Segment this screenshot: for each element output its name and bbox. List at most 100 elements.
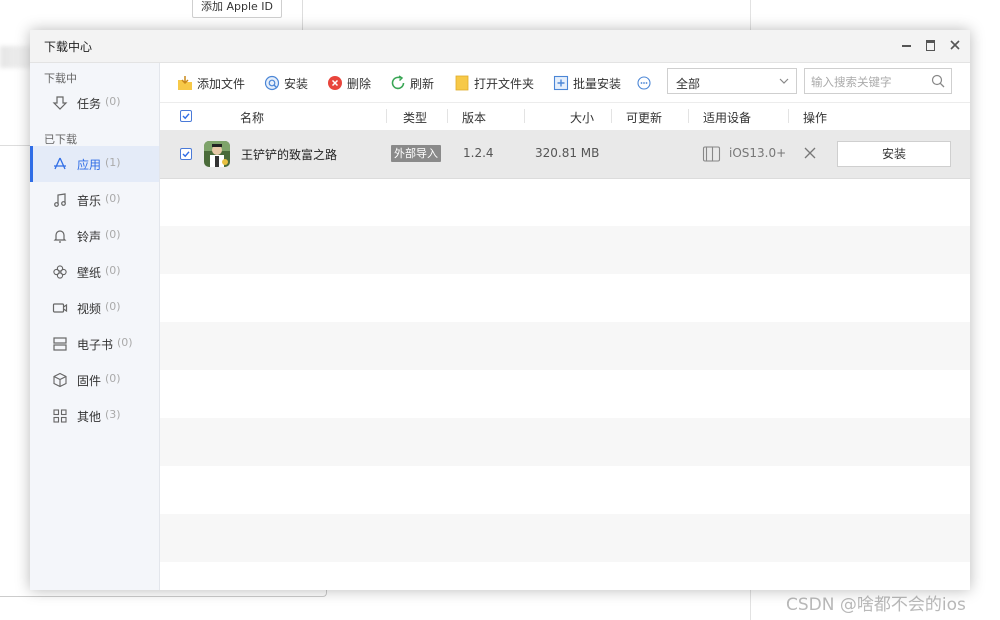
sidebar-item-count: (0) xyxy=(105,192,121,205)
table-header: 名称 类型 版本 大小 可更新 适用设备 操作 xyxy=(160,102,970,131)
close-button[interactable] xyxy=(946,36,964,54)
flower-icon xyxy=(53,265,67,279)
empty-row xyxy=(160,226,970,274)
empty-row xyxy=(160,370,970,418)
batch-install-label: 批量安装 xyxy=(573,76,622,91)
empty-row xyxy=(160,178,970,226)
title-bar: 下载中心 xyxy=(30,30,970,63)
install-icon xyxy=(264,75,280,91)
open-folder-label: 打开文件夹 xyxy=(474,76,535,91)
batch-install-icon xyxy=(553,75,569,91)
column-header-name: 名称 xyxy=(240,111,265,125)
search-icon[interactable] xyxy=(931,74,945,88)
search-input[interactable] xyxy=(809,72,929,92)
watermark: CSDN @啥都不会的ios xyxy=(786,595,966,615)
sidebar-item-ringtones[interactable]: 铃声 (0) xyxy=(30,218,159,254)
section-label-downloading: 下载中 xyxy=(44,72,77,85)
row-checkbox[interactable] xyxy=(180,148,192,160)
column-divider xyxy=(788,109,789,123)
checkmark-icon xyxy=(182,113,190,120)
sidebar-item-count: (0) xyxy=(105,372,121,385)
table-body: 王铲铲的致富之路 外部导入 1.2.4 320.81 MB iOS13.0+ 安… xyxy=(160,130,970,590)
filter-select[interactable]: 全部 xyxy=(667,68,797,94)
column-header-type: 类型 xyxy=(403,111,428,125)
sidebar-item-label: 视频 xyxy=(77,302,102,316)
refresh-label: 刷新 xyxy=(410,76,435,91)
minimize-icon xyxy=(902,45,911,47)
folder-icon xyxy=(455,75,469,91)
toolbar: 添加文件 安装 删除 刷新 打开文件夹 批量安装 全部 输入搜索关键字 xyxy=(160,63,970,101)
column-header-device: 适用设备 xyxy=(703,111,752,125)
sidebar-item-label: 任务 xyxy=(77,97,102,111)
column-divider xyxy=(447,109,448,123)
sidebar-item-label: 音乐 xyxy=(77,194,102,208)
sidebar-item-count: (0) xyxy=(105,300,121,313)
sidebar-item-label: 壁纸 xyxy=(77,266,102,280)
sidebar-item-other[interactable]: 其他 (3) xyxy=(30,398,159,434)
empty-row xyxy=(160,418,970,466)
column-divider xyxy=(524,109,525,123)
app-store-icon xyxy=(54,157,66,170)
music-note-icon xyxy=(54,193,66,207)
sidebar-item-count: (0) xyxy=(105,228,121,241)
sidebar-item-ebooks[interactable]: 电子书 (0) xyxy=(30,326,159,362)
empty-row xyxy=(160,514,970,562)
sidebar-item-music[interactable]: 音乐 (0) xyxy=(30,182,159,218)
delete-icon xyxy=(328,76,342,90)
select-all-checkbox[interactable] xyxy=(180,110,192,122)
download-icon xyxy=(52,96,68,110)
add-file-icon xyxy=(178,76,192,90)
remove-row-icon[interactable] xyxy=(802,145,818,161)
column-header-updatable: 可更新 xyxy=(626,111,663,125)
add-file-button[interactable]: 添加文件 xyxy=(177,73,245,93)
search-box xyxy=(804,68,952,94)
column-header-action: 操作 xyxy=(803,111,828,125)
batch-install-button[interactable]: 批量安装 xyxy=(553,73,621,93)
app-icon xyxy=(204,141,230,167)
install-label: 安装 xyxy=(284,76,309,91)
install-button[interactable]: 安装 xyxy=(264,73,308,93)
video-camera-icon xyxy=(52,303,68,313)
section-label-downloaded: 已下载 xyxy=(44,133,77,146)
sidebar-item-count: (0) xyxy=(117,336,133,349)
filter-select-value: 全部 xyxy=(676,77,701,91)
grid-icon xyxy=(53,409,67,423)
sidebar-item-videos[interactable]: 视频 (0) xyxy=(30,290,159,326)
column-divider xyxy=(386,109,387,123)
book-icon xyxy=(53,337,67,351)
empty-row xyxy=(160,466,970,514)
app-size: 320.81 MB xyxy=(535,146,600,160)
refresh-icon xyxy=(391,75,405,90)
sidebar: 下载中 任务 (0) 已下载 应用 (1) 音乐 (0) 铃声 (0) 壁纸 (… xyxy=(30,63,160,590)
checkmark-icon xyxy=(182,151,190,158)
add-file-label: 添加文件 xyxy=(197,76,246,91)
column-divider xyxy=(688,109,689,123)
column-header-size: 大小 xyxy=(570,111,595,125)
cube-icon xyxy=(53,372,67,388)
more-button[interactable] xyxy=(636,73,656,93)
table-row[interactable]: 王铲铲的致富之路 外部导入 1.2.4 320.81 MB iOS13.0+ 安… xyxy=(160,130,970,179)
sidebar-item-count: (0) xyxy=(105,95,121,108)
minimize-button[interactable] xyxy=(898,36,916,54)
app-name: 王铲铲的致富之路 xyxy=(241,148,338,162)
empty-row xyxy=(160,322,970,370)
sidebar-item-count: (3) xyxy=(105,408,121,421)
sidebar-item-label: 固件 xyxy=(77,374,102,388)
sidebar-item-wallpapers[interactable]: 壁纸 (0) xyxy=(30,254,159,290)
refresh-button[interactable]: 刷新 xyxy=(390,73,434,93)
more-icon xyxy=(637,76,651,90)
download-center-dialog: 下载中心 下载中 任务 (0) 已下载 应用 (1) 音乐 (0) 铃声 (0)… xyxy=(30,30,970,590)
maximize-button[interactable] xyxy=(922,36,940,54)
sidebar-item-label: 铃声 xyxy=(77,230,102,244)
sidebar-item-label: 应用 xyxy=(77,158,102,172)
sidebar-item-firmware[interactable]: 固件 (0) xyxy=(30,362,159,398)
open-folder-button[interactable]: 打开文件夹 xyxy=(454,73,534,93)
column-divider xyxy=(611,109,612,123)
sidebar-item-count: (0) xyxy=(105,264,121,277)
type-badge: 外部导入 xyxy=(391,145,441,162)
sidebar-item-apps[interactable]: 应用 (1) xyxy=(30,146,159,182)
row-install-button[interactable]: 安装 xyxy=(837,141,951,167)
sidebar-item-tasks[interactable]: 任务 (0) xyxy=(30,85,159,121)
delete-button[interactable]: 删除 xyxy=(327,73,371,93)
add-apple-id-button[interactable]: 添加 Apple ID xyxy=(192,0,282,18)
